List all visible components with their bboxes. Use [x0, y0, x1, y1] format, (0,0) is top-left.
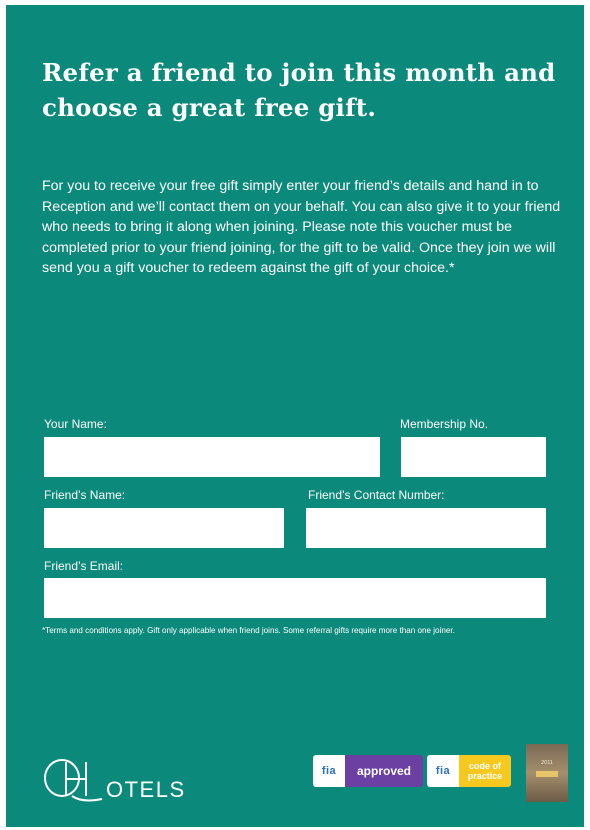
award-year: 2011 — [541, 760, 553, 766]
fia-logo-icon-2: fia — [427, 755, 459, 787]
qhotels-monogram-icon — [44, 759, 103, 802]
award-plaque-icon: 2011 — [526, 744, 568, 802]
fia-logo-icon: fia — [313, 755, 345, 787]
headline: Refer a friend to join this month and ch… — [42, 58, 556, 122]
approved-label: approved — [345, 755, 423, 787]
your-name-label: Your Name: — [44, 417, 107, 431]
terms-note: *Terms and conditions apply. Gift only a… — [42, 626, 455, 635]
logo-text: OTELS — [106, 777, 186, 802]
award-gold-strip — [536, 770, 558, 777]
fia-approved-badge: fia approved — [313, 755, 423, 787]
membership-number-field[interactable] — [401, 437, 546, 477]
your-name-field[interactable] — [44, 437, 380, 477]
code-of-line: code of — [468, 761, 501, 771]
fia-code-of-practice-badge: fia code of practice — [427, 755, 511, 787]
friend-email-field[interactable] — [44, 578, 546, 618]
practice-line: practice — [467, 771, 503, 781]
qhotels-logo: OTELS — [42, 753, 192, 803]
code-of-practice-label: code of practice — [459, 755, 511, 787]
referral-card: Refer a friend to join this month and ch… — [6, 5, 584, 827]
friend-email-label: Friend’s Email: — [44, 559, 124, 573]
membership-label: Membership No. — [400, 417, 489, 431]
friend-contact-field[interactable] — [306, 508, 546, 548]
friend-name-field[interactable] — [44, 508, 284, 548]
friend-name-label: Friend’s Name: — [44, 488, 126, 502]
friend-contact-label: Friend’s Contact Number: — [308, 488, 445, 502]
intro-paragraph: For you to receive your free gift simply… — [42, 178, 561, 276]
